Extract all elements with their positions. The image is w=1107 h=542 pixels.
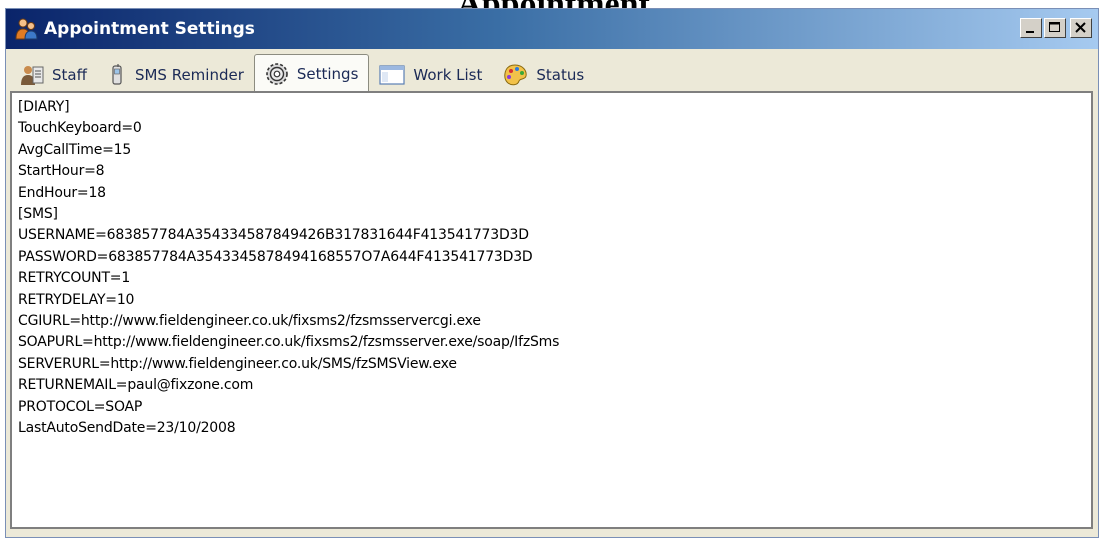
settings-line: StartHour=8 (18, 163, 105, 180)
app-people-icon (14, 17, 38, 41)
tab-status-label: Status (536, 66, 585, 84)
staff-icon (20, 64, 44, 86)
tab-settings[interactable]: Settings (253, 54, 370, 92)
minimize-icon (1026, 31, 1034, 33)
tab-status[interactable]: Status (492, 58, 594, 92)
settings-line: USERNAME=683857784A354334587849426B31783… (18, 227, 529, 244)
list-window-icon (379, 64, 406, 86)
close-button[interactable] (1070, 18, 1092, 38)
settings-line: SOAPURL=http://www.fieldengineer.co.uk/f… (18, 334, 560, 351)
settings-line: [SMS] (18, 206, 58, 223)
minimize-button[interactable] (1020, 18, 1042, 38)
settings-line: AvgCallTime=15 (18, 141, 132, 158)
palette-icon (502, 63, 528, 87)
settings-line: TouchKeyboard=0 (18, 120, 142, 137)
maximize-icon (1049, 22, 1060, 32)
phone-icon (107, 64, 127, 86)
settings-text-editor[interactable]: [DIARY] TouchKeyboard=0 AvgCallTime=15 S… (10, 91, 1093, 529)
settings-line: RETURNEMAIL=paul@fixzone.com (18, 377, 254, 394)
settings-line: PASSWORD=683857784A3543345878494168557O7… (18, 248, 533, 265)
close-icon (1075, 22, 1086, 33)
settings-line: LastAutoSendDate=23/10/2008 (18, 420, 236, 437)
settings-line: CGIURL=http://www.fieldengineer.co.uk/fi… (18, 313, 481, 330)
settings-line: [DIARY] (18, 99, 70, 115)
settings-line: EndHour=18 (18, 184, 106, 201)
maximize-button[interactable] (1044, 18, 1066, 38)
settings-line: RETRYCOUNT=1 (18, 270, 131, 287)
appointment-settings-window: Appointment Settings Staff SMS Reminder … (5, 8, 1099, 538)
settings-line: PROTOCOL=SOAP (18, 398, 143, 415)
settings-line: SERVERURL=http://www.fieldengineer.co.uk… (18, 355, 457, 372)
tab-sms-reminder[interactable]: SMS Reminder (97, 58, 254, 92)
window-title: Appointment Settings (44, 19, 255, 39)
tab-staff[interactable]: Staff (10, 58, 97, 92)
tab-sms-reminder-label: SMS Reminder (134, 66, 244, 84)
tab-strip: Staff SMS Reminder Settings Work List St… (10, 52, 1094, 92)
gear-icon (265, 62, 289, 86)
title-bar[interactable]: Appointment Settings (6, 9, 1098, 49)
tab-work-list-label: Work List (413, 66, 483, 84)
tab-settings-label: Settings (296, 64, 359, 83)
tab-staff-label: Staff (52, 66, 87, 84)
settings-line: RETRYDELAY=10 (18, 291, 135, 308)
tab-work-list[interactable]: Work List (369, 58, 492, 92)
